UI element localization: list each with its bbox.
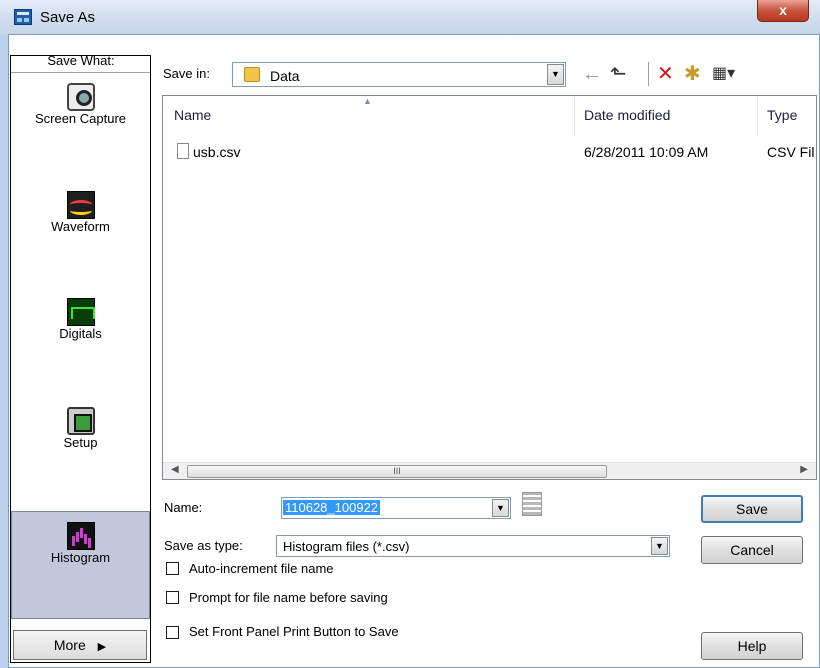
column-divider bbox=[757, 96, 758, 136]
save-what-list: Screen Capture Waveform Digitals Setup H… bbox=[11, 72, 150, 619]
view-menu-icon[interactable]: ▦▾ bbox=[712, 64, 735, 84]
scroll-right-icon[interactable]: ▶ bbox=[800, 464, 808, 475]
save-as-type-label: Save as type: bbox=[164, 538, 243, 553]
column-header-date-modified[interactable]: Date modified bbox=[584, 107, 670, 123]
save-in-dropdown[interactable]: Data ▼ bbox=[232, 62, 566, 87]
waveform-icon bbox=[66, 191, 95, 219]
up-folder-icon[interactable]: ⬑ bbox=[610, 64, 627, 84]
back-icon[interactable]: ← bbox=[582, 64, 602, 84]
chevron-down-icon[interactable]: ▼ bbox=[547, 64, 564, 85]
print-button-save-label: Set Front Panel Print Button to Save bbox=[189, 624, 399, 639]
sidebar-item-histogram[interactable]: Histogram bbox=[11, 511, 150, 619]
save-as-type-value: Histogram files (*.csv) bbox=[283, 539, 410, 554]
toolbar-divider bbox=[648, 62, 649, 86]
file-type: CSV Fil bbox=[767, 144, 815, 160]
column-header-type[interactable]: Type bbox=[767, 107, 797, 123]
column-header-name[interactable]: Name bbox=[174, 107, 211, 123]
app-icon bbox=[14, 9, 32, 25]
digitals-icon bbox=[66, 298, 95, 326]
prompt-filename-checkbox[interactable] bbox=[166, 591, 179, 604]
sidebar-item-label: Waveform bbox=[51, 219, 110, 234]
save-what-heading: Save What: bbox=[47, 53, 115, 68]
title-bar: Save As x bbox=[0, 0, 820, 34]
chevron-down-icon[interactable]: ▼ bbox=[651, 537, 668, 555]
sidebar-item-screen-capture[interactable]: Screen Capture bbox=[11, 83, 150, 126]
delete-icon[interactable]: ✕ bbox=[657, 64, 674, 84]
file-date: 6/28/2011 10:09 AM bbox=[584, 144, 709, 160]
new-folder-icon[interactable]: ✱ bbox=[684, 64, 701, 84]
file-name: usb.csv bbox=[193, 144, 241, 160]
scroll-left-icon[interactable]: ◀ bbox=[171, 464, 179, 475]
folder-icon bbox=[244, 67, 260, 82]
sidebar-item-label: Histogram bbox=[50, 550, 111, 565]
histogram-icon bbox=[66, 522, 95, 550]
file-name-input[interactable]: 110628_100922 ▼ bbox=[281, 497, 511, 519]
column-divider bbox=[574, 96, 575, 136]
more-label: More bbox=[53, 637, 86, 653]
save-what-panel: Save What: Screen Capture Waveform Digit… bbox=[10, 53, 151, 663]
auto-increment-checkbox[interactable] bbox=[166, 562, 179, 575]
save-in-label: Save in: bbox=[163, 66, 210, 81]
sidebar-item-digitals[interactable]: Digitals bbox=[11, 298, 150, 341]
sidebar-item-waveform[interactable]: Waveform bbox=[11, 191, 150, 234]
keypad-icon[interactable] bbox=[522, 492, 542, 516]
scrollbar-thumb[interactable]: III bbox=[187, 465, 607, 478]
camera-icon bbox=[66, 83, 95, 111]
sidebar-item-label: Setup bbox=[63, 435, 98, 450]
cancel-button[interactable]: Cancel bbox=[701, 536, 803, 564]
chevron-down-icon[interactable]: ▼ bbox=[492, 499, 509, 517]
file-list[interactable]: ▲ Name Date modified Type usb.csv 6/28/2… bbox=[162, 95, 817, 480]
window-title: Save As bbox=[40, 9, 96, 26]
file-icon bbox=[177, 143, 189, 159]
close-button[interactable]: x bbox=[757, 0, 809, 22]
print-button-save-checkbox[interactable] bbox=[166, 626, 179, 639]
file-name-label: Name: bbox=[164, 500, 203, 515]
sort-ascending-icon: ▲ bbox=[363, 96, 372, 106]
file-row[interactable]: usb.csv 6/28/2011 10:09 AM CSV Fil bbox=[163, 140, 816, 162]
setup-icon bbox=[66, 407, 95, 435]
more-button[interactable]: More ▶ bbox=[13, 630, 147, 660]
save-in-value: Data bbox=[270, 68, 300, 84]
sidebar-item-label: Digitals bbox=[59, 326, 102, 341]
prompt-filename-label: Prompt for file name before saving bbox=[189, 590, 388, 605]
auto-increment-label: Auto-increment file name bbox=[189, 561, 334, 576]
save-as-type-dropdown[interactable]: Histogram files (*.csv) ▼ bbox=[276, 535, 670, 557]
more-arrow-icon: ▶ bbox=[97, 641, 107, 653]
save-button[interactable]: Save bbox=[701, 495, 803, 523]
file-name-value: 110628_100922 bbox=[283, 500, 381, 515]
sidebar-item-label: Screen Capture bbox=[34, 111, 127, 126]
help-button[interactable]: Help bbox=[701, 632, 803, 660]
sidebar-item-setup[interactable]: Setup bbox=[11, 407, 150, 450]
horizontal-scrollbar[interactable]: ◀ III ▶ bbox=[163, 462, 816, 479]
